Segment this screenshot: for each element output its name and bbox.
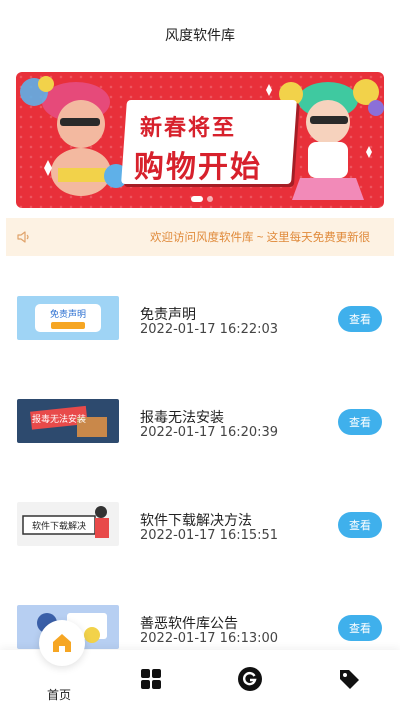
tab-home[interactable]: 首页 [11,620,91,712]
item-thumbnail: 软件下载解决 [17,502,119,546]
item-date: 2022-01-17 16:20:39 [140,425,279,440]
banner-headline-2: 购物开始 [134,150,262,185]
tag-icon [337,667,361,696]
item-date: 2022-01-17 16:15:51 [140,528,279,543]
view-button[interactable]: 查看 [338,409,382,435]
carousel-dot[interactable] [191,196,203,202]
list-item[interactable]: 免责声明 免责声明 2022-01-17 16:22:03 查看 [0,280,400,340]
home-icon [39,620,85,666]
item-title: 善恶软件库公告 [140,615,238,631]
tab-category[interactable] [111,650,191,712]
view-button[interactable]: 查看 [338,306,382,332]
notice-bar[interactable]: 欢迎访问风度软件库 ~ 这里每天免费更新很 [6,218,394,256]
thumbnail-caption: 报毒无法安装 [32,413,86,425]
list-item[interactable]: 报毒无法安装 报毒无法安装 2022-01-17 16:20:39 查看 [0,383,400,443]
thumbnail-caption: 免责声明 [50,308,86,320]
app-header: 风度软件库 [0,0,400,70]
carousel-indicator[interactable] [191,196,213,202]
item-title: 软件下载解决方法 [140,512,252,528]
page-title: 风度软件库 [165,27,235,43]
bottom-tab-bar: 首页 [0,620,400,712]
banner-headline-1: 新春将至 [140,116,237,141]
notice-text: 欢迎访问风度软件库 ~ 这里每天免费更新很 [150,232,371,244]
item-date: 2022-01-17 16:13:00 [140,631,279,646]
grid-icon [139,667,163,696]
tab-tag[interactable] [309,650,389,712]
item-thumbnail: 免责声明 [17,296,119,340]
carousel-dot[interactable] [207,196,213,202]
tab-g[interactable] [210,650,290,712]
thumbnail-caption: 软件下载解决 [32,520,86,532]
list-item[interactable]: 软件下载解决 软件下载解决方法 2022-01-17 16:15:51 查看 [0,486,400,546]
view-button[interactable]: 查看 [338,615,382,641]
view-button[interactable]: 查看 [338,512,382,538]
item-title: 报毒无法安装 [140,409,224,425]
promo-banner[interactable]: 新春将至 购物开始 [16,72,384,208]
speaker-icon [6,229,42,245]
item-thumbnail: 报毒无法安装 [17,399,119,443]
g-circle-icon [237,666,263,697]
tab-home-label: 首页 [47,688,72,702]
item-title: 免责声明 [140,306,196,322]
item-date: 2022-01-17 16:22:03 [140,322,279,337]
